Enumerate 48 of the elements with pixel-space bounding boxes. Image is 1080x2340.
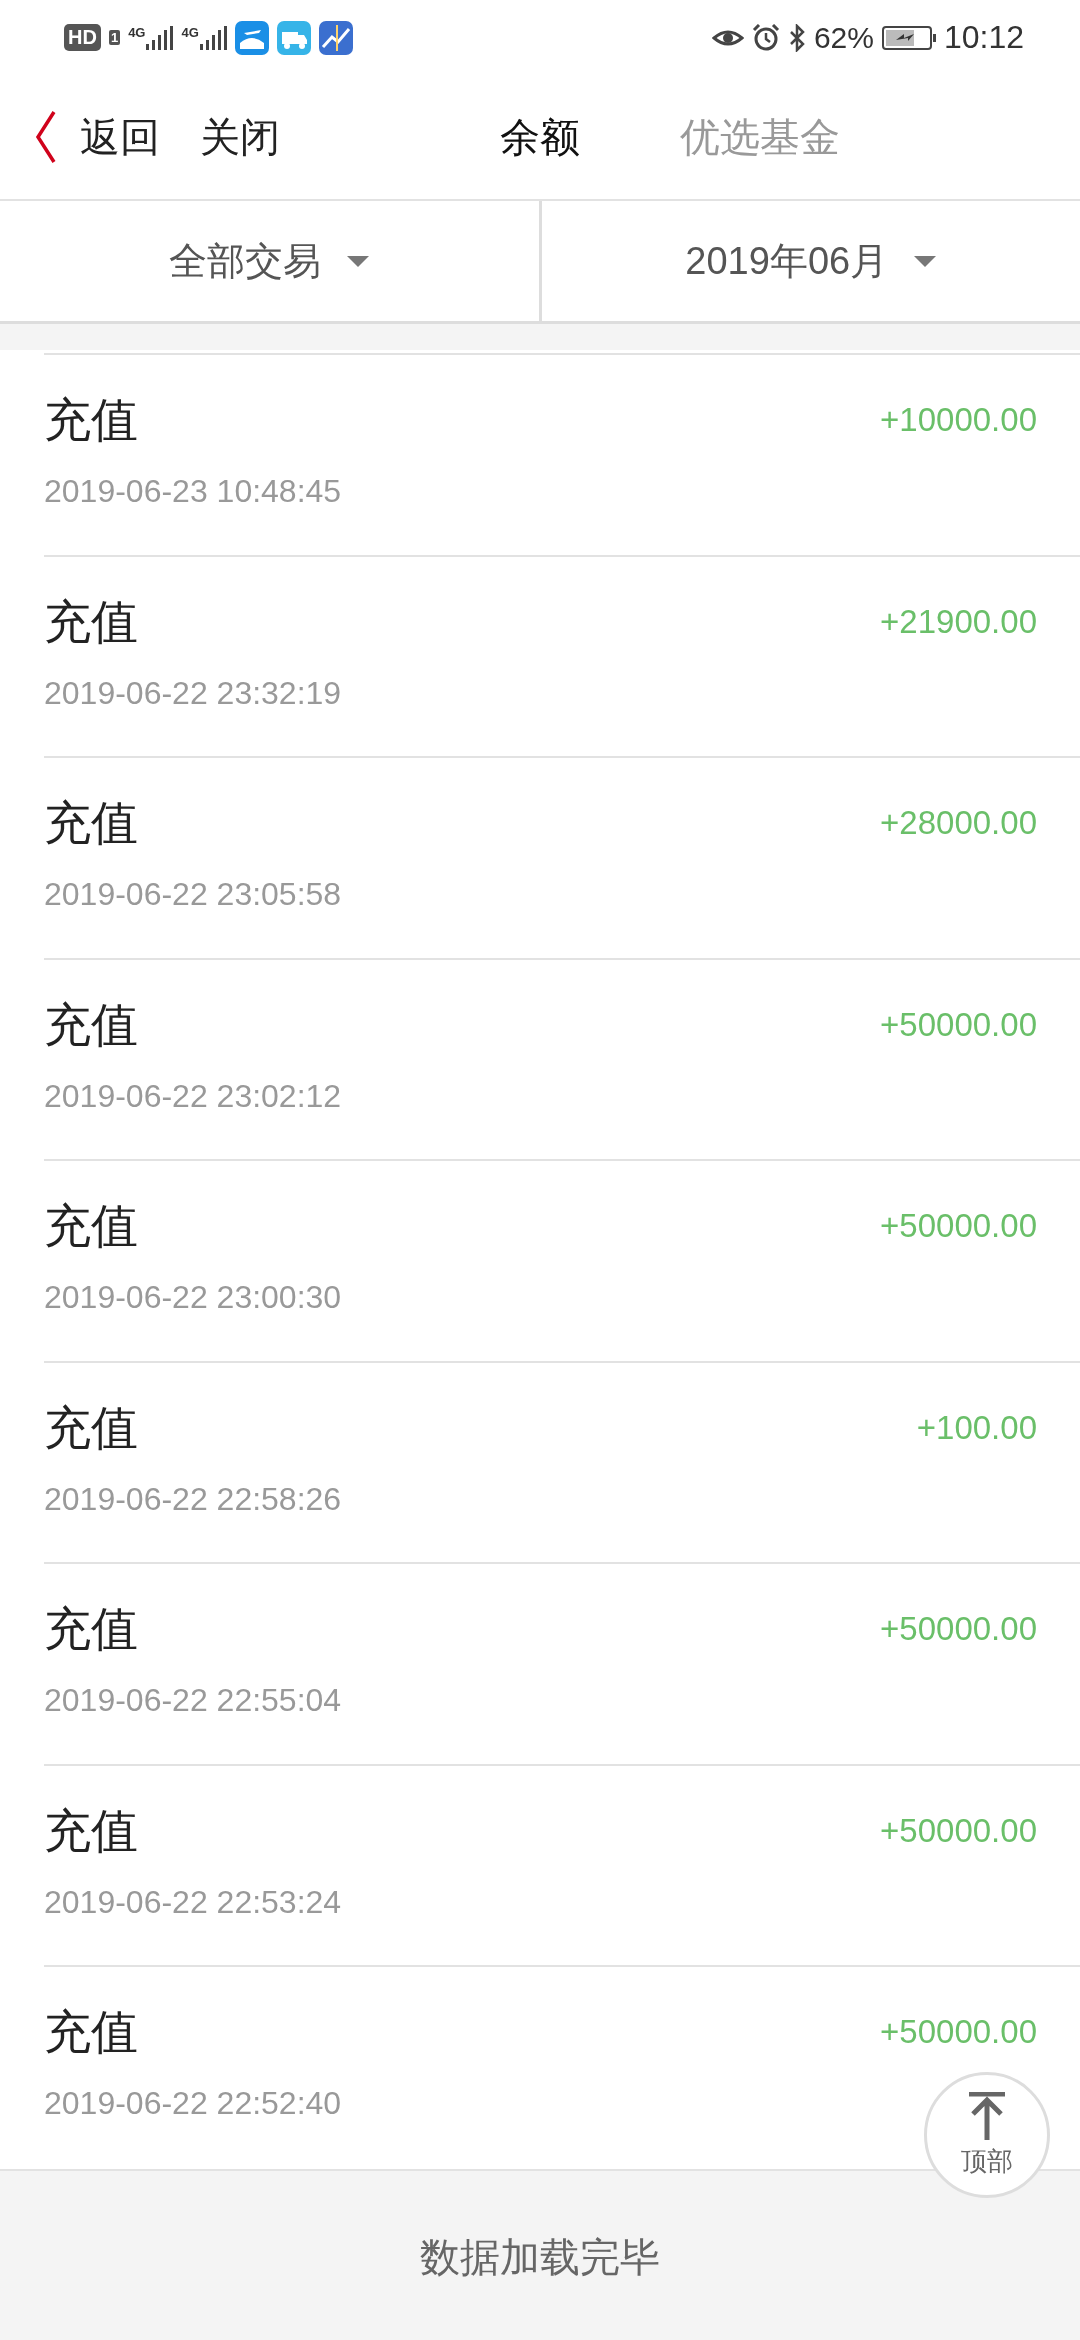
signal-icon bbox=[146, 25, 174, 50]
network-label: 4G bbox=[128, 25, 146, 39]
transaction-time: 2019-06-22 22:53:24 bbox=[44, 1883, 342, 1920]
transaction-time: 2019-06-22 22:58:26 bbox=[44, 1480, 342, 1517]
transaction-amount: +50000.00 bbox=[880, 2012, 1037, 2052]
transaction-amount: +21900.00 bbox=[880, 601, 1037, 642]
transaction-amount: +50000.00 bbox=[880, 1810, 1037, 1851]
transaction-time: 2019-06-22 23:05:58 bbox=[44, 876, 342, 912]
back-button[interactable]: 返回 bbox=[34, 109, 160, 165]
transaction-amount: +50000.00 bbox=[880, 1206, 1037, 1246]
hd-badge: HD bbox=[64, 24, 101, 51]
transaction-time: 2019-06-23 10:48:45 bbox=[44, 473, 342, 509]
transaction-amount: +50000.00 bbox=[880, 1609, 1037, 1649]
dropdown-caret-icon bbox=[347, 255, 370, 267]
transaction-amount: +28000.00 bbox=[880, 803, 1037, 843]
transaction-amount: +50000.00 bbox=[880, 1004, 1037, 1045]
back-chevron-icon bbox=[34, 110, 58, 164]
load-complete-message: 数据加载完毕 bbox=[420, 2233, 660, 2281]
close-button[interactable]: 关闭 bbox=[200, 109, 280, 165]
truck-app-icon bbox=[276, 20, 311, 55]
battery-icon bbox=[881, 25, 936, 50]
transaction-type: 充值 bbox=[44, 1802, 138, 1859]
tab[interactable]: 余额 bbox=[500, 109, 580, 165]
transaction-type: 充值 bbox=[44, 1198, 138, 1254]
network-label: 4G bbox=[181, 25, 199, 39]
transaction-type: 充值 bbox=[44, 795, 138, 851]
transaction-time: 2019-06-22 22:52:40 bbox=[44, 2085, 342, 2121]
battery-percent: 62% bbox=[813, 20, 874, 55]
transaction-type: 充值 bbox=[44, 1399, 138, 1456]
transaction-time: 2019-06-22 23:00:30 bbox=[44, 1279, 342, 1315]
transaction-time: 2019-06-22 23:32:19 bbox=[44, 674, 342, 711]
bluetooth-icon bbox=[787, 23, 806, 52]
transaction-amount: +10000.00 bbox=[880, 400, 1037, 440]
transaction-type: 充值 bbox=[44, 996, 138, 1053]
transaction-time: 2019-06-22 23:02:12 bbox=[44, 1077, 342, 1114]
transaction-type: 充值 bbox=[44, 392, 138, 448]
dropdown-caret-icon bbox=[914, 255, 937, 267]
alarm-icon bbox=[751, 23, 780, 52]
transaction-type: 充值 bbox=[44, 2004, 138, 2060]
transaction-type: 充值 bbox=[44, 1601, 138, 1657]
transaction-type: 充值 bbox=[44, 593, 138, 650]
chart-app-icon bbox=[318, 20, 353, 55]
transaction-time: 2019-06-22 22:55:04 bbox=[44, 1682, 342, 1718]
signal-icon bbox=[199, 25, 227, 50]
arrow-to-top-icon bbox=[967, 2091, 1007, 2142]
sim-badge: 1 bbox=[108, 30, 121, 45]
transaction-amount: +100.00 bbox=[916, 1407, 1037, 1448]
clock-time: 10:12 bbox=[943, 19, 1024, 56]
